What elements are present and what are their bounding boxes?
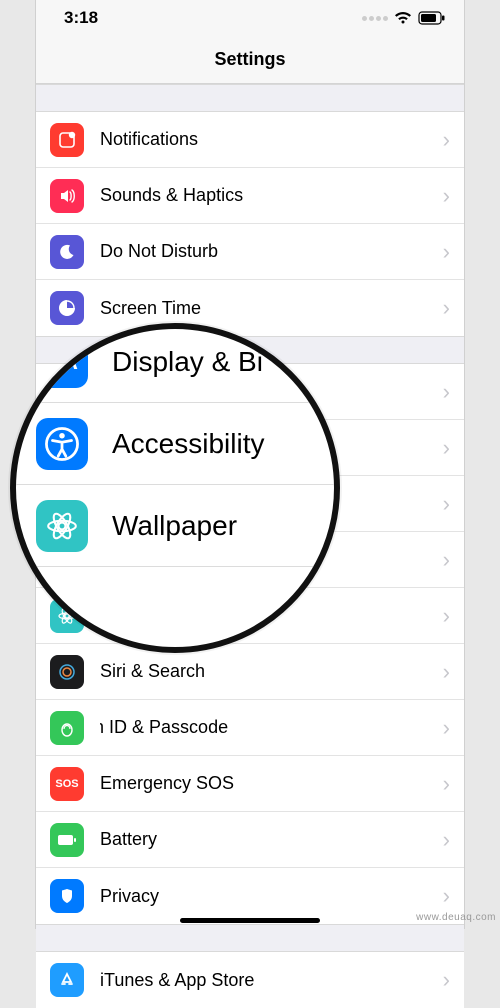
notifications-icon (50, 123, 84, 157)
row-sos[interactable]: SOS Emergency SOS › (36, 756, 464, 812)
mag-row-wallpaper: Wallpaper (16, 485, 334, 567)
mag-label: Wallpaper (112, 510, 237, 542)
group-separator (36, 84, 464, 112)
row-label: Battery (100, 829, 435, 850)
siri-icon (50, 655, 84, 689)
row-sounds[interactable]: Sounds & Haptics › (36, 168, 464, 224)
row-label: Screen Time (100, 298, 435, 319)
page-title: Settings (36, 36, 464, 84)
wallpaper-icon (36, 500, 88, 552)
row-label: Do Not Disturb (100, 241, 435, 262)
chevron-right-icon: › (443, 435, 450, 461)
chevron-right-icon: › (443, 715, 450, 741)
magnifier-overlay: AA Display & Bi Accessibility Wallpaper (10, 323, 340, 653)
chevron-right-icon: › (443, 295, 450, 321)
row-label: Notifications (100, 129, 435, 150)
battery-setting-icon (50, 823, 84, 857)
settings-group-3: iTunes & App Store › (36, 952, 464, 1008)
appstore-icon (50, 963, 84, 997)
status-indicators (362, 11, 446, 25)
row-notifications[interactable]: Notifications › (36, 112, 464, 168)
chevron-right-icon: › (443, 379, 450, 405)
row-label: Sounds & Haptics (100, 185, 435, 206)
row-label: iTunes & App Store (100, 970, 435, 991)
wifi-icon (394, 11, 412, 25)
row-label: Privacy (100, 886, 435, 907)
chevron-right-icon: › (443, 883, 450, 909)
chevron-right-icon: › (443, 771, 450, 797)
passcode-icon (50, 711, 84, 745)
dnd-icon (50, 235, 84, 269)
chevron-right-icon: › (443, 547, 450, 573)
row-label: Emergency SOS (100, 773, 435, 794)
status-bar: 3:18 (36, 0, 464, 36)
battery-icon (418, 11, 446, 25)
chevron-right-icon: › (443, 239, 450, 265)
mag-label: Display & Bi (112, 346, 263, 378)
chevron-right-icon: › (443, 183, 450, 209)
watermark: www.deuaq.com (416, 912, 496, 923)
row-label: Siri & Search (100, 661, 435, 682)
row-screentime[interactable]: Screen Time › (36, 280, 464, 336)
group-separator (36, 924, 464, 952)
status-time: 3:18 (64, 8, 98, 28)
settings-group-1: Notifications › Sounds & Haptics › Do No… (36, 112, 464, 336)
screentime-icon (50, 291, 84, 325)
mag-row-extra (16, 567, 334, 649)
sounds-icon (50, 179, 84, 213)
row-battery[interactable]: Battery › (36, 812, 464, 868)
row-siri[interactable]: Siri & Search › (36, 644, 464, 700)
chevron-right-icon: › (443, 659, 450, 685)
row-privacy[interactable]: Privacy › (36, 868, 464, 924)
signal-dots (362, 16, 388, 21)
display-icon: AA (36, 336, 88, 388)
row-label: Touch ID & Passcode (100, 717, 435, 738)
chevron-right-icon: › (443, 127, 450, 153)
mag-row-display: AA Display & Bi (16, 323, 334, 403)
chevron-right-icon: › (443, 603, 450, 629)
row-passcode[interactable]: Touch ID & Passcode › (36, 700, 464, 756)
chevron-right-icon: › (443, 827, 450, 853)
accessibility-icon (36, 418, 88, 470)
chevron-right-icon: › (443, 491, 450, 517)
chevron-right-icon: › (443, 967, 450, 993)
home-indicator[interactable] (180, 918, 320, 923)
privacy-icon (50, 879, 84, 913)
mag-label: Accessibility (112, 428, 264, 460)
row-appstore[interactable]: iTunes & App Store › (36, 952, 464, 1008)
sos-icon: SOS (50, 767, 84, 801)
row-dnd[interactable]: Do Not Disturb › (36, 224, 464, 280)
mag-row-accessibility: Accessibility (16, 403, 334, 485)
